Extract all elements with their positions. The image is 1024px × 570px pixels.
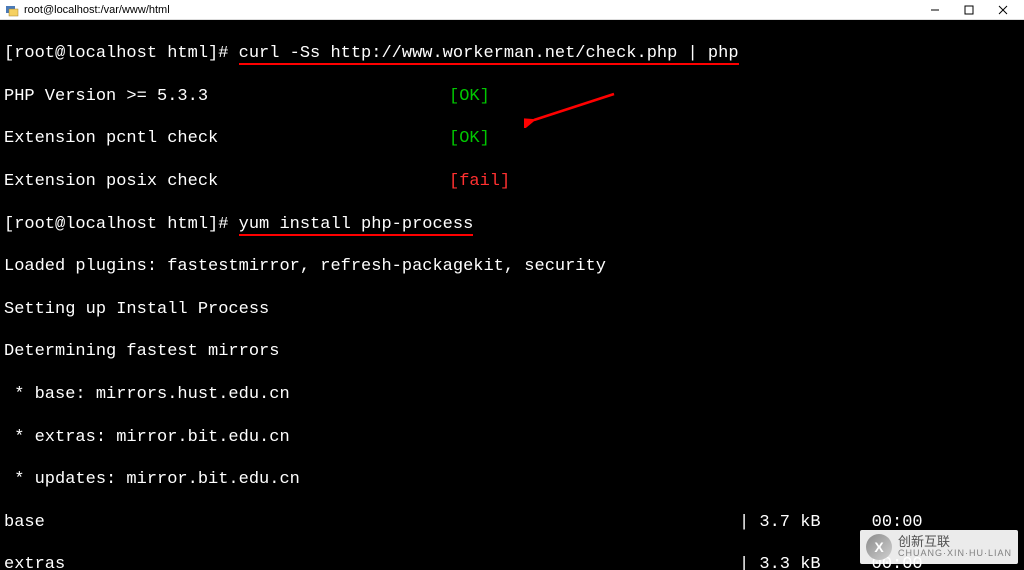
- command-yum: yum install php-process: [239, 215, 474, 236]
- output-text: Loaded plugins: fastestmirror, refresh-p…: [4, 256, 1020, 277]
- maximize-button[interactable]: [952, 0, 986, 20]
- prompt: [root@localhost html]#: [4, 215, 239, 234]
- watermark-text: 创新互联: [898, 535, 1012, 549]
- output-text: * base: mirrors.hust.edu.cn: [4, 384, 1020, 405]
- output-text: Setting up Install Process: [4, 299, 1020, 320]
- output-text: Extension posix check: [4, 171, 449, 192]
- output-text: * updates: mirror.bit.edu.cn: [4, 469, 1020, 490]
- status-ok: [OK]: [449, 87, 490, 106]
- command-curl: curl -Ss http://www.workerman.net/check.…: [239, 44, 739, 65]
- repo-status: | 3.7 kB 00:00: [739, 513, 923, 532]
- status-fail: [fail]: [449, 172, 510, 191]
- watermark: X 创新互联 CHUANG·XIN·HU·LIAN: [860, 530, 1018, 564]
- watermark-subtext: CHUANG·XIN·HU·LIAN: [898, 549, 1012, 559]
- output-text: * extras: mirror.bit.edu.cn: [4, 427, 1020, 448]
- watermark-logo-icon: X: [866, 534, 892, 560]
- output-text: Extension pcntl check: [4, 128, 449, 149]
- repo-name: extras: [4, 554, 739, 570]
- output-text: Determining fastest mirrors: [4, 341, 1020, 362]
- window-controls: [918, 0, 1020, 20]
- window-titlebar: root@localhost:/var/www/html: [0, 0, 1024, 20]
- prompt: [root@localhost html]#: [4, 44, 239, 63]
- repo-name: base: [4, 512, 739, 533]
- status-ok: [OK]: [449, 129, 490, 148]
- minimize-button[interactable]: [918, 0, 952, 20]
- terminal[interactable]: [root@localhost html]# curl -Ss http://w…: [0, 20, 1024, 570]
- close-button[interactable]: [986, 0, 1020, 20]
- putty-icon: [4, 2, 20, 18]
- output-text: PHP Version >= 5.3.3: [4, 86, 449, 107]
- window-title: root@localhost:/var/www/html: [24, 4, 918, 16]
